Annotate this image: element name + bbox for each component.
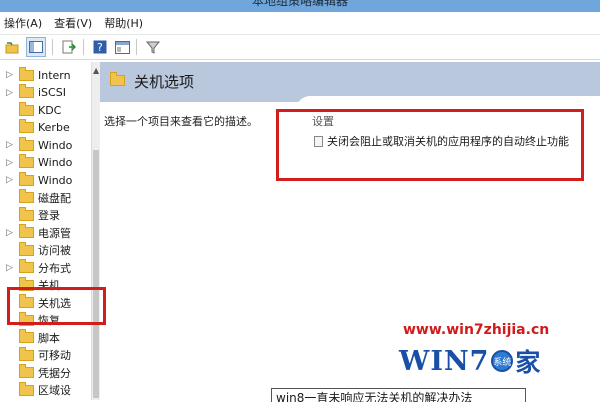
folder-icon — [19, 84, 34, 98]
tree-item-label: 登录 — [38, 209, 60, 222]
tree-item[interactable]: 访问被 — [0, 241, 91, 259]
folder-icon — [19, 189, 34, 203]
folder-icon — [19, 381, 34, 396]
folder-icon — [19, 171, 34, 186]
tree-item-label: 电源管 — [38, 226, 71, 240]
tree-item-label: Intern — [38, 68, 71, 82]
folder-icon — [19, 259, 34, 273]
toolbar: ? — [0, 35, 600, 60]
folder-icon — [110, 72, 125, 86]
menu-bar: 操作(A) 查看(V) 帮助(H) — [0, 12, 600, 35]
folder-icon — [19, 329, 34, 343]
show-tree-icon[interactable] — [26, 37, 46, 57]
toolbar-separator — [83, 39, 84, 55]
back-folder-icon[interactable] — [4, 39, 20, 55]
tree-item[interactable]: 磁盘配 — [0, 189, 91, 207]
folder-icon — [19, 119, 34, 133]
tree-item[interactable]: ▷ Windo — [0, 136, 91, 154]
tree-item-label: Windo — [38, 173, 73, 187]
tree-item-label: KDC — [38, 103, 62, 117]
tree-item-label: 可移动 — [38, 349, 71, 362]
tree-item-label: 磁盘配 — [38, 191, 71, 205]
folder-icon — [19, 101, 34, 116]
highlight-box-tree — [7, 287, 106, 325]
tree-item-label: Windo — [38, 138, 73, 152]
expand-arrow-icon[interactable]: ▷ — [6, 158, 16, 168]
tree-item-label: 访问被 — [38, 244, 71, 257]
folder-icon — [19, 136, 34, 151]
menu-help[interactable]: 帮助(H) — [100, 15, 151, 31]
folder-icon — [19, 66, 34, 81]
folder-icon — [19, 224, 34, 238]
tree-item-label: Windo — [38, 156, 73, 169]
expand-arrow-icon[interactable]: ▷ — [6, 140, 16, 150]
tree-item-label: 凭据分 — [38, 366, 71, 380]
filter-icon[interactable] — [145, 39, 161, 55]
tree-item[interactable]: 可移动 — [0, 346, 91, 364]
expand-arrow-icon[interactable]: ▷ — [6, 228, 16, 238]
expand-arrow-icon[interactable]: ▷ — [6, 88, 16, 98]
toolbar-separator — [136, 39, 137, 55]
tree-item[interactable]: ▷ 分布式 — [0, 259, 91, 277]
expand-arrow-icon[interactable]: ▷ — [6, 263, 16, 273]
help-icon[interactable]: ? — [92, 39, 108, 55]
watermark-logo-text: WIN7 — [399, 345, 490, 377]
watermark-logo: WIN7 系统 家 — [399, 341, 540, 381]
tree-item[interactable]: 脚本 — [0, 329, 91, 347]
tree-item-label: 脚本 — [38, 331, 60, 345]
folder-icon — [19, 346, 34, 361]
folder-icon — [19, 206, 34, 221]
menu-view[interactable]: 查看(V) — [50, 15, 100, 31]
tree-item[interactable]: ▷ Intern — [0, 66, 91, 84]
folder-icon — [19, 241, 34, 256]
folder-icon — [19, 154, 34, 168]
description-text: 选择一个项目来查看它的描述。 — [104, 115, 258, 128]
tree-item[interactable]: ▷ Windo — [0, 171, 91, 189]
scroll-thumb[interactable] — [93, 150, 99, 398]
tree-item[interactable]: ▷ 电源管 — [0, 224, 91, 242]
watermark-ball-icon: 系统 — [491, 350, 514, 372]
details-title: 关机选项 — [134, 73, 195, 91]
tree-item-label: 区域设 — [38, 384, 71, 397]
tree-item-label: 分布式 — [38, 261, 71, 275]
watermark-logo-suffix: 家 — [515, 348, 541, 377]
export-icon[interactable] — [61, 39, 77, 55]
tree-item-label: iSCSI — [38, 86, 66, 99]
svg-text:?: ? — [97, 41, 103, 54]
toolbar-separator — [52, 39, 53, 55]
highlight-box-setting — [276, 109, 584, 181]
window-title: 本地组策略编辑器 — [251, 0, 348, 8]
tree-item-label: Kerbe — [38, 121, 70, 134]
tree-item[interactable]: Kerbe — [0, 119, 91, 137]
tree-item[interactable]: 凭据分 — [0, 364, 91, 382]
folder-icon — [19, 364, 34, 378]
expand-arrow-icon[interactable]: ▷ — [6, 175, 16, 185]
tree-item[interactable]: 区域设 — [0, 381, 91, 399]
tree-item[interactable]: ▷ Windo — [0, 154, 91, 172]
navigation-tree: ▷ Intern ▷ iSCSI KDC Kerbe ▷ Windo ▷ Windo ▷ Windo 磁… — [0, 62, 91, 400]
console-icon[interactable] — [114, 39, 130, 55]
scroll-up-icon[interactable]: ▲ — [93, 66, 99, 75]
tree-item[interactable]: 登录 — [0, 206, 91, 224]
title-bar: 本地组策略编辑器 — [0, 0, 600, 12]
tree-item[interactable]: ▷ iSCSI — [0, 84, 91, 102]
watermark-url: www.win7zhijia.cn — [403, 322, 550, 338]
menu-action[interactable]: 操作(A) — [0, 15, 50, 31]
expand-arrow-icon[interactable]: ▷ — [6, 70, 16, 80]
tree-item[interactable]: KDC — [0, 101, 91, 119]
